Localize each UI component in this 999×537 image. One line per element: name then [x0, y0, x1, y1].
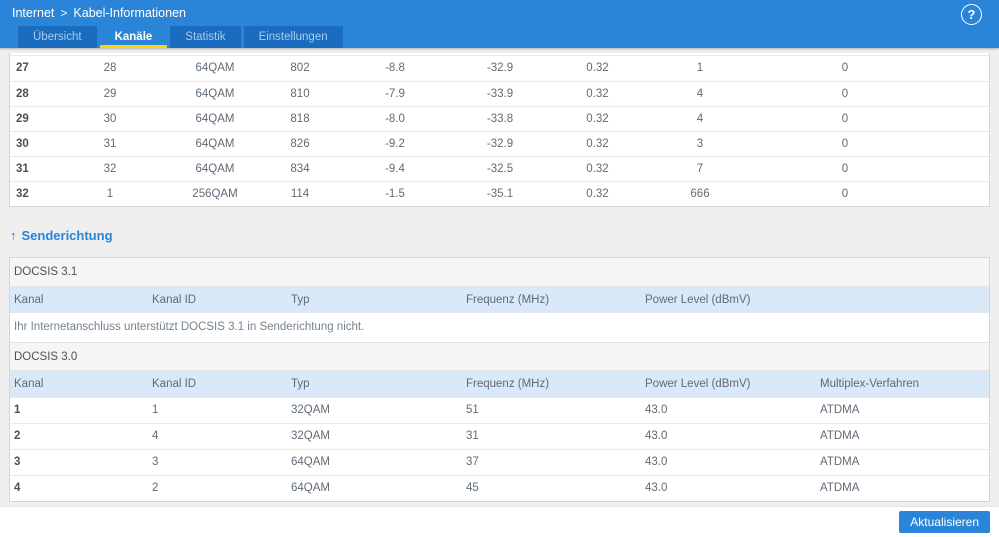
main-content: 27 28 64QAM 802 -8.8 -32.9 0.32 1 0 28 2… [0, 53, 999, 502]
cell-kanal: 29 [10, 106, 60, 131]
column-header: Power Level (dBmV) [641, 371, 816, 397]
docsis31-header-row: Kanal Kanal ID Typ Frequenz (MHz) Power … [10, 287, 989, 313]
upstream-section-heading: ↑ Senderichtung [10, 228, 990, 243]
cell-kanal: 31 [10, 156, 60, 181]
docsis31-title: DOCSIS 3.1 [10, 258, 989, 287]
docsis30-header-row: Kanal Kanal ID Typ Frequenz (MHz) Power … [10, 371, 989, 397]
cell-kanal: 3 [10, 449, 148, 475]
cell-kanal: 32 [10, 181, 60, 206]
column-header: Kanal [10, 371, 148, 397]
breadcrumb-page-title: Kabel-Informationen [73, 6, 186, 20]
help-icon[interactable]: ? [961, 4, 982, 25]
tab-einstellungen[interactable]: Einstellungen [244, 26, 343, 48]
tab-kanaele[interactable]: Kanäle [100, 26, 168, 48]
column-header: Kanal ID [148, 371, 287, 397]
column-header: Multiplex-Verfahren [816, 371, 989, 397]
table-row: 29 30 64QAM 818 -8.0 -33.8 0.32 4 0 [10, 106, 989, 131]
column-header: Typ [287, 371, 462, 397]
column-header: Frequenz (MHz) [462, 371, 641, 397]
table-row: 32 1 256QAM 114 -1.5 -35.1 0.32 666 0 [10, 181, 989, 206]
bottom-action-bar: Aktualisieren [0, 506, 999, 537]
downstream-channel-table: 27 28 64QAM 802 -8.8 -32.9 0.32 1 0 28 2… [10, 56, 989, 206]
table-row: 3 3 64QAM 37 43.0 ATDMA [10, 449, 989, 475]
cell-kanal: 30 [10, 131, 60, 156]
cell-kanal: 4 [10, 475, 148, 501]
up-arrow-icon: ↑ [10, 228, 17, 243]
cell-kanal: 1 [10, 397, 148, 423]
breadcrumb: Internet > Kabel-Informationen [0, 0, 999, 20]
table-row: 28 29 64QAM 810 -7.9 -33.9 0.32 4 0 [10, 81, 989, 106]
tab-bar: Übersicht Kanäle Statistik Einstellungen [18, 26, 343, 48]
breadcrumb-separator-icon: > [60, 6, 67, 20]
docsis31-table: Kanal Kanal ID Typ Frequenz (MHz) Power … [10, 287, 989, 313]
column-header: Typ [287, 287, 462, 313]
downstream-channel-table-panel: 27 28 64QAM 802 -8.8 -32.9 0.32 1 0 28 2… [9, 53, 990, 207]
cell-kanal: 2 [10, 423, 148, 449]
table-row: 4 2 64QAM 45 43.0 ATDMA [10, 475, 989, 501]
upstream-heading-label: Senderichtung [22, 228, 113, 243]
tab-uebersicht[interactable]: Übersicht [18, 26, 97, 48]
table-row: 31 32 64QAM 834 -9.4 -32.5 0.32 7 0 [10, 156, 989, 181]
upstream-panel: DOCSIS 3.1 Kanal Kanal ID Typ Frequenz (… [9, 257, 990, 502]
breadcrumb-section[interactable]: Internet [12, 6, 54, 20]
table-row: 27 28 64QAM 802 -8.8 -32.9 0.32 1 0 [10, 56, 989, 81]
refresh-button[interactable]: Aktualisieren [899, 511, 990, 533]
table-row: 30 31 64QAM 826 -9.2 -32.9 0.32 3 0 [10, 131, 989, 156]
app-header: Internet > Kabel-Informationen ? Übersicht… [0, 0, 999, 48]
docsis30-title: DOCSIS 3.0 [10, 342, 989, 371]
cell-kanal: 28 [10, 81, 60, 106]
table-row: 2 4 32QAM 31 43.0 ATDMA [10, 423, 989, 449]
docsis31-unsupported-message: Ihr Internetanschluss unterstützt DOCSIS… [10, 313, 989, 342]
column-header: Kanal [10, 287, 148, 313]
tab-statistik[interactable]: Statistik [170, 26, 240, 48]
column-header: Power Level (dBmV) [641, 287, 816, 313]
table-row: 1 1 32QAM 51 43.0 ATDMA [10, 397, 989, 423]
column-header: Frequenz (MHz) [462, 287, 641, 313]
column-header: Kanal ID [148, 287, 287, 313]
docsis30-table: Kanal Kanal ID Typ Frequenz (MHz) Power … [10, 371, 989, 501]
cell-kanal: 27 [10, 56, 60, 81]
